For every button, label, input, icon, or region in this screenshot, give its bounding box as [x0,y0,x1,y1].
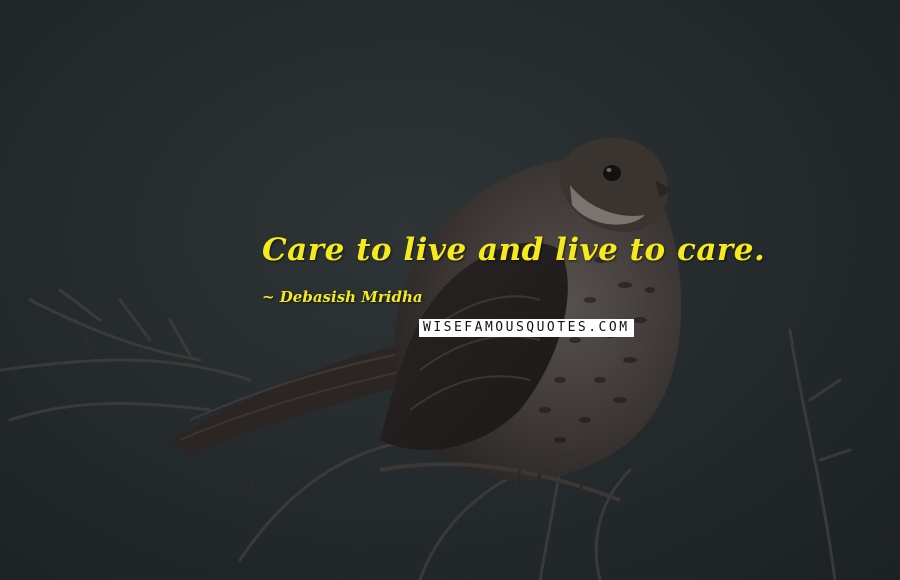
watermark-badge: WISEFAMOUSQUOTES.COM [419,319,634,337]
quote-image: Care to live and live to care. ~ Debasis… [0,0,900,580]
falcon-on-branch-illustration [0,137,852,580]
falcon-eye [603,165,621,181]
quote-author: ~ Debasish Mridha [262,288,423,306]
quote-text: Care to live and live to care. [262,232,766,268]
